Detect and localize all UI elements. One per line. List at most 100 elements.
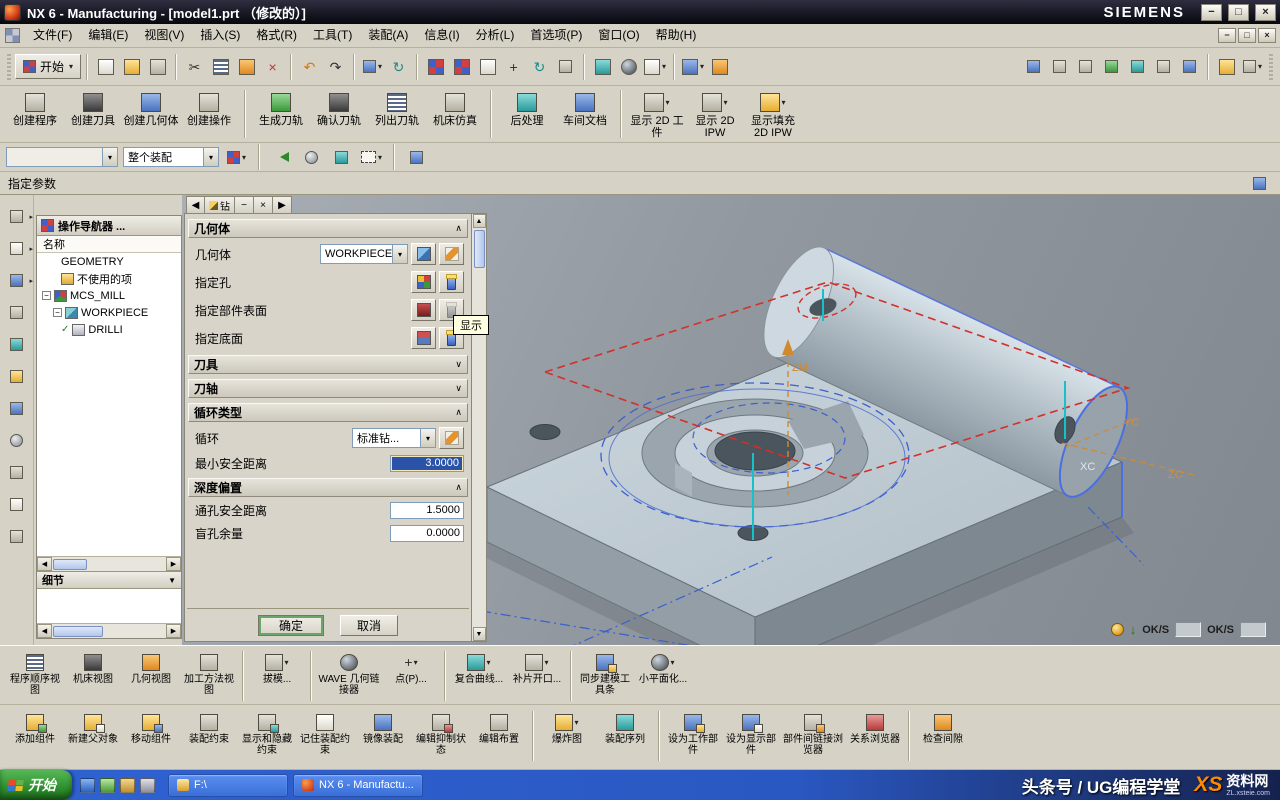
snap-point-button[interactable] bbox=[1021, 53, 1046, 81]
previous-selection-button[interactable] bbox=[269, 143, 294, 171]
name-column-header[interactable]: 名称 bbox=[37, 236, 181, 253]
menu-window[interactable]: 窗口(O) bbox=[590, 24, 647, 47]
zoom-window-button[interactable] bbox=[475, 53, 500, 81]
make-displayed-part-button[interactable]: 设为显示部件 bbox=[722, 709, 780, 757]
dialog-mode-tab[interactable]: 钻 bbox=[205, 196, 235, 214]
shop-documentation-button[interactable]: 车间文档 bbox=[556, 88, 614, 140]
ok-button[interactable]: 确定 bbox=[258, 615, 324, 636]
detail-horizontal-scrollbar[interactable]: ◀ ▶ bbox=[37, 623, 181, 638]
tool-section-header[interactable]: 刀具∨ bbox=[188, 355, 468, 374]
delete-button[interactable]: × bbox=[260, 53, 285, 81]
drive-window-button[interactable]: F:\ bbox=[168, 774, 288, 797]
zoom-in-out-button[interactable]: + bbox=[501, 53, 526, 81]
scroll-right-button[interactable]: ▶ bbox=[166, 557, 181, 571]
explorer-icon[interactable] bbox=[140, 778, 155, 793]
desktop-icon[interactable] bbox=[100, 778, 115, 793]
dialog-scrollbar[interactable]: ▲ ▼ bbox=[472, 213, 487, 642]
tree-horizontal-scrollbar[interactable]: ◀ ▶ bbox=[37, 556, 181, 571]
web-browser-tab[interactable] bbox=[4, 397, 29, 419]
wave-geometry-linker-button[interactable]: WAVE 几何链接器 bbox=[316, 649, 382, 697]
assembly-sequence-button[interactable]: 装配序列 bbox=[596, 709, 654, 746]
status-grid-button[interactable] bbox=[1247, 169, 1272, 197]
snap-quadrant-button[interactable] bbox=[1151, 53, 1176, 81]
new-file-button[interactable] bbox=[93, 53, 118, 81]
selection-scope-combo[interactable]: 整个装配▾ bbox=[123, 147, 219, 167]
relations-browser-button[interactable]: 关系浏览器 bbox=[846, 709, 904, 746]
geometry-view-button[interactable]: 几何视图 bbox=[122, 649, 180, 686]
geometry-section-header[interactable]: 几何体∧ bbox=[188, 219, 468, 238]
pan-view-button[interactable] bbox=[553, 53, 578, 81]
edit-cycle-button[interactable] bbox=[439, 427, 464, 449]
start-button[interactable]: 开始 bbox=[0, 770, 72, 800]
show-filled-2d-ipw-button[interactable]: ▾显示填充 2D IPW bbox=[744, 88, 802, 140]
browser-icon[interactable] bbox=[80, 778, 95, 793]
machine-simulation-button[interactable]: 机床仿真 bbox=[426, 88, 484, 140]
render-style-button[interactable]: ▾ bbox=[642, 53, 668, 81]
menu-assemblies[interactable]: 装配(A) bbox=[360, 24, 416, 47]
reuse-library-tab[interactable] bbox=[4, 365, 29, 387]
show-hide-constraints-button[interactable]: 显示和隐藏约束 bbox=[238, 709, 296, 757]
depth-offset-section-header[interactable]: 深度偏置∧ bbox=[188, 478, 468, 497]
child-minimize-button[interactable]: − bbox=[1218, 28, 1236, 43]
menu-help[interactable]: 帮助(H) bbox=[648, 24, 705, 47]
close-button[interactable]: × bbox=[1255, 4, 1276, 21]
snap-end-button[interactable] bbox=[1047, 53, 1072, 81]
scroll-left-button[interactable]: ◀ bbox=[37, 557, 52, 571]
tree-row-mcs-mill[interactable]: −MCS_MILL bbox=[37, 287, 181, 304]
show-hide-button[interactable] bbox=[404, 143, 429, 171]
create-operation-button[interactable]: 创建操作 bbox=[180, 88, 238, 140]
dialog-forward-button[interactable]: ▶ bbox=[273, 196, 292, 214]
start-menu-button[interactable]: 开始 ▾ bbox=[15, 54, 81, 79]
cycle-type-section-header[interactable]: 循环类型∧ bbox=[188, 403, 468, 422]
status-box-b[interactable] bbox=[1240, 622, 1266, 637]
wireframe-display-button[interactable] bbox=[616, 53, 641, 81]
assembly-constraints-button[interactable]: 装配约束 bbox=[180, 709, 238, 746]
materials-tab[interactable] bbox=[4, 461, 29, 483]
refresh-button[interactable]: ↻ bbox=[386, 53, 411, 81]
part-navigator-tab[interactable]: ▸ bbox=[4, 269, 29, 291]
create-tool-button[interactable]: 创建刀具 bbox=[64, 88, 122, 140]
menu-information[interactable]: 信息(I) bbox=[416, 24, 467, 47]
child-restore-button[interactable]: □ bbox=[1238, 28, 1256, 43]
composite-curve-button[interactable]: ▾复合曲线... bbox=[450, 649, 508, 686]
measure-button[interactable] bbox=[1214, 53, 1239, 81]
copy-button[interactable] bbox=[208, 53, 233, 81]
redo-button[interactable]: ↷ bbox=[323, 53, 348, 81]
collapse-toggle[interactable]: − bbox=[53, 308, 62, 317]
tree-row-unused-items[interactable]: 不使用的项 bbox=[37, 270, 181, 287]
navigator-header[interactable]: 操作导航器 ... bbox=[37, 216, 181, 236]
snap-toggle-button[interactable]: ▾ bbox=[224, 143, 249, 171]
show-2d-workpiece-button[interactable]: ▾显示 2D 工件 bbox=[628, 88, 686, 140]
select-holes-button[interactable] bbox=[411, 271, 436, 293]
menu-tools[interactable]: 工具(T) bbox=[305, 24, 360, 47]
undo-button[interactable]: ↶ bbox=[297, 53, 322, 81]
rotate-view-button[interactable]: ↻ bbox=[527, 53, 552, 81]
move-component-button[interactable]: 移动组件 bbox=[122, 709, 180, 746]
tree-row-drilling[interactable]: ✓DRILLI bbox=[37, 321, 181, 338]
restore-button[interactable]: □ bbox=[1228, 4, 1249, 21]
blind-stock-field[interactable]: 0.0000 bbox=[390, 525, 464, 542]
make-work-part-button[interactable]: 设为工作部件 bbox=[664, 709, 722, 757]
collapse-toggle[interactable]: − bbox=[42, 291, 51, 300]
menu-preferences[interactable]: 首选项(P) bbox=[522, 24, 590, 47]
snap-mid-button[interactable] bbox=[1073, 53, 1098, 81]
assembly-navigator-tab[interactable] bbox=[4, 301, 29, 323]
menu-analysis[interactable]: 分析(L) bbox=[468, 24, 523, 47]
list-toolpath-button[interactable]: 列出刀轨 bbox=[368, 88, 426, 140]
dialog-close-button[interactable]: × bbox=[254, 196, 273, 214]
menu-format[interactable]: 格式(R) bbox=[248, 24, 305, 47]
interpart-link-browser-button[interactable]: 部件间链接浏览器 bbox=[780, 709, 846, 757]
select-bottom-button[interactable] bbox=[411, 327, 436, 349]
machining-method-view-button[interactable]: 加工方法视图 bbox=[180, 649, 238, 697]
status-box-a[interactable] bbox=[1175, 622, 1201, 637]
highlight-button[interactable] bbox=[329, 143, 354, 171]
check-clearance-button[interactable]: 检查间隙 bbox=[914, 709, 972, 746]
program-order-view-button[interactable]: 程序顺序视图 bbox=[6, 649, 64, 697]
facet-body-button[interactable]: ▾小平面化... bbox=[634, 649, 692, 686]
min-clearance-field[interactable]: 3.0000 bbox=[390, 455, 464, 472]
add-component-button[interactable]: 添加组件 bbox=[6, 709, 64, 746]
patch-opening-button[interactable]: ▾补片开口... bbox=[508, 649, 566, 686]
select-part-surface-button[interactable] bbox=[411, 299, 436, 321]
snap-center-button[interactable] bbox=[1099, 53, 1124, 81]
mirror-assembly-button[interactable]: 镜像装配 bbox=[354, 709, 412, 746]
